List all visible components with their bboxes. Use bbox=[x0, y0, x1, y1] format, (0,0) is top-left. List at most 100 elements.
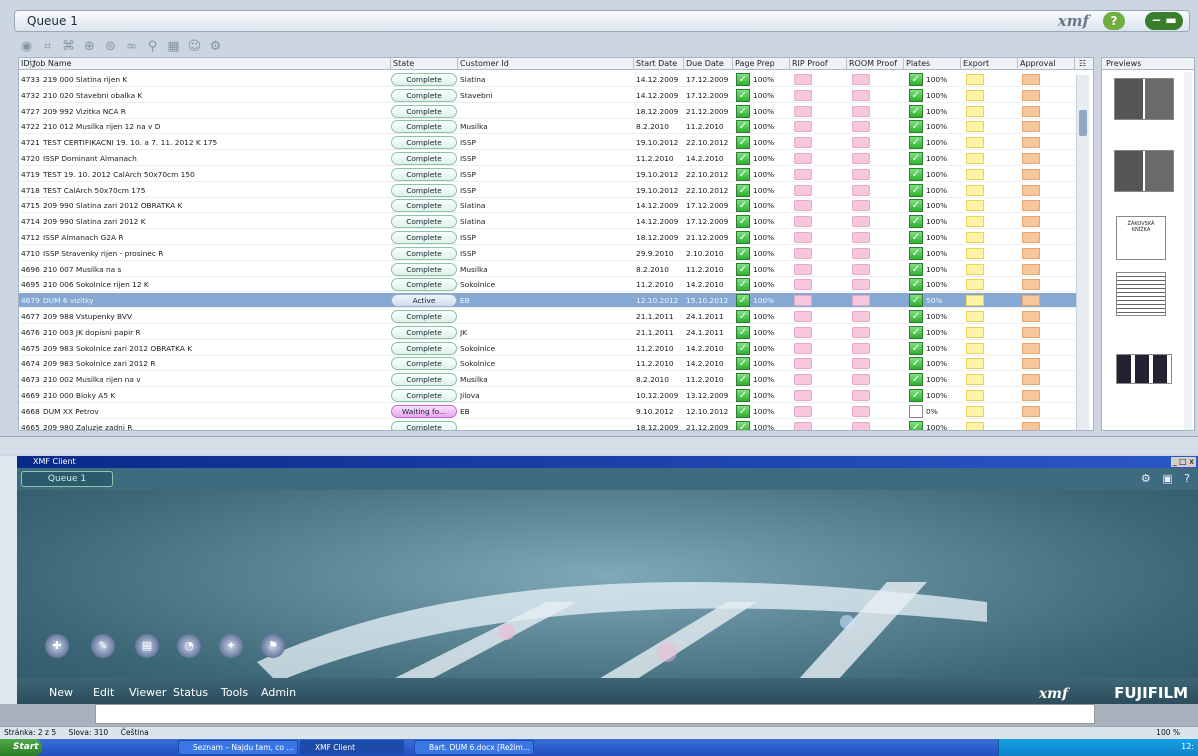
table-row[interactable]: 4668 DUM XX Petrov Waiting fo... EB 9.10.201… bbox=[19, 404, 1076, 419]
export-icon[interactable] bbox=[966, 342, 984, 354]
room-proof-icon[interactable] bbox=[852, 247, 870, 259]
rip-proof-icon[interactable] bbox=[794, 184, 812, 196]
room-proof-icon[interactable] bbox=[852, 421, 870, 430]
table-row[interactable]: 4675 209 983 Sokolnice zari 2012 OBRATKA … bbox=[19, 341, 1076, 356]
nav-edit[interactable]: Edit bbox=[93, 686, 114, 699]
admin-icon[interactable]: ⚑ bbox=[261, 634, 285, 658]
room-proof-icon[interactable] bbox=[852, 311, 870, 322]
table-row[interactable]: 4695 210 006 Sokolnice rijen 12 K Complete… bbox=[19, 277, 1076, 293]
state-badge[interactable]: Complete bbox=[391, 136, 457, 150]
approval-icon[interactable] bbox=[1022, 342, 1040, 354]
settings-icon[interactable]: ⚙ bbox=[207, 38, 224, 55]
state-badge[interactable]: Complete bbox=[391, 341, 457, 355]
viewer-icon[interactable]: ▤ bbox=[135, 634, 159, 658]
approval-icon[interactable] bbox=[1022, 74, 1040, 85]
table-row[interactable]: 4674 209 983 Sokolnice zari 2012 R Complet… bbox=[19, 356, 1076, 372]
approval-icon[interactable] bbox=[1022, 200, 1040, 212]
approval-icon[interactable] bbox=[1022, 374, 1040, 386]
approval-icon[interactable] bbox=[1022, 247, 1040, 259]
table-row[interactable]: 4714 209 990 Slatina zari 2012 K Complete S… bbox=[19, 214, 1076, 230]
col-header-approval[interactable]: Approval bbox=[1018, 58, 1075, 70]
rip-proof-icon[interactable] bbox=[794, 405, 812, 417]
preview-thumbnail[interactable] bbox=[1114, 78, 1174, 120]
state-badge[interactable]: Complete bbox=[391, 73, 457, 86]
preview-thumbnail[interactable] bbox=[1116, 354, 1172, 384]
col-header-customer[interactable]: Customer Id bbox=[458, 58, 634, 70]
state-badge[interactable]: Complete bbox=[391, 88, 457, 102]
room-proof-icon[interactable] bbox=[852, 295, 870, 307]
state-badge[interactable]: Complete bbox=[391, 120, 457, 134]
approval-icon[interactable] bbox=[1022, 89, 1040, 101]
state-badge[interactable]: Complete bbox=[391, 199, 457, 213]
approval-icon[interactable] bbox=[1022, 295, 1040, 307]
state-badge[interactable]: Complete bbox=[391, 357, 457, 371]
client-toolbar-icons[interactable]: ⚙ ▣ ? bbox=[1141, 472, 1194, 485]
export-icon[interactable] bbox=[966, 184, 984, 196]
room-proof-icon[interactable] bbox=[852, 168, 870, 180]
room-proof-icon[interactable] bbox=[852, 74, 870, 85]
preview-thumbnail[interactable] bbox=[1114, 150, 1174, 192]
export-icon[interactable] bbox=[966, 326, 984, 338]
table-row[interactable]: 4669 210 000 Bloky A5 K Complete Jilova 10.1… bbox=[19, 388, 1076, 403]
export-icon[interactable] bbox=[966, 390, 984, 401]
zoom-level[interactable]: 100 % bbox=[1156, 727, 1180, 738]
export-icon[interactable] bbox=[966, 263, 984, 275]
col-header-export[interactable]: Export bbox=[961, 58, 1018, 70]
rip-proof-icon[interactable] bbox=[794, 263, 812, 275]
rip-proof-icon[interactable] bbox=[794, 374, 812, 386]
approval-icon[interactable] bbox=[1022, 263, 1040, 275]
scrollbar-thumb[interactable] bbox=[1079, 110, 1087, 136]
col-header-state[interactable]: State bbox=[391, 58, 458, 70]
state-badge[interactable]: Complete bbox=[391, 183, 457, 197]
table-row[interactable]: 4712 ISSP Almanach G2A R Complete ISSP 18.12… bbox=[19, 230, 1076, 245]
rip-proof-icon[interactable] bbox=[794, 295, 812, 307]
state-badge[interactable]: Complete bbox=[391, 262, 457, 276]
approval-icon[interactable] bbox=[1022, 168, 1040, 180]
window-controls[interactable]: _ □ x bbox=[1170, 457, 1196, 467]
export-icon[interactable] bbox=[966, 216, 984, 228]
room-proof-icon[interactable] bbox=[852, 326, 870, 338]
language[interactable]: Čeština bbox=[121, 728, 149, 737]
state-badge[interactable]: Active bbox=[391, 294, 457, 308]
preview-thumbnail[interactable]: ŽÁKOVSKÁ KNÍŽKA bbox=[1116, 216, 1166, 260]
export-icon[interactable] bbox=[966, 374, 984, 386]
state-badge[interactable]: Complete bbox=[391, 389, 457, 402]
room-proof-icon[interactable] bbox=[852, 184, 870, 196]
room-proof-icon[interactable] bbox=[852, 153, 870, 164]
export-icon[interactable] bbox=[966, 121, 984, 133]
rip-proof-icon[interactable] bbox=[794, 105, 812, 117]
table-row[interactable]: 4710 ISSP Stravenky rijen - prosinec R Com… bbox=[19, 246, 1076, 261]
export-icon[interactable] bbox=[966, 232, 984, 243]
minimize-button[interactable]: − ▬ bbox=[1145, 12, 1183, 30]
rip-proof-icon[interactable] bbox=[794, 342, 812, 354]
table-row[interactable]: 4718 TEST CalArch 50x70cm 175 Complete ISSP… bbox=[19, 183, 1076, 198]
table-row[interactable]: 4733 219 000 Slatina rijen K Complete Slati… bbox=[19, 72, 1076, 87]
export-icon[interactable] bbox=[966, 89, 984, 101]
table-row[interactable]: 4719 TEST 19. 10. 2012 CalArch 50x70cm 15… bbox=[19, 167, 1076, 182]
table-row[interactable]: 4715 209 990 Slatina zari 2012 OBRATKA K C… bbox=[19, 198, 1076, 214]
rip-proof-icon[interactable] bbox=[794, 421, 812, 430]
col-header-start-date[interactable]: Start Date bbox=[634, 58, 684, 70]
export-icon[interactable] bbox=[966, 247, 984, 259]
table-row[interactable]: 4722 210 012 Musilka rijen 12 na v D Compl… bbox=[19, 119, 1076, 135]
export-icon[interactable] bbox=[966, 200, 984, 212]
approval-icon[interactable] bbox=[1022, 105, 1040, 117]
export-icon[interactable] bbox=[966, 105, 984, 117]
table-row[interactable]: 4676 210 003 JK dopisni papir R Complete JK… bbox=[19, 325, 1076, 340]
export-icon[interactable] bbox=[966, 295, 984, 307]
rip-proof-icon[interactable] bbox=[794, 137, 812, 149]
filter-icon[interactable]: ⊜ bbox=[102, 38, 119, 55]
approval-icon[interactable] bbox=[1022, 232, 1040, 243]
room-proof-icon[interactable] bbox=[852, 89, 870, 101]
room-proof-icon[interactable] bbox=[852, 105, 870, 117]
state-badge[interactable]: Complete bbox=[391, 310, 457, 323]
room-proof-icon[interactable] bbox=[852, 232, 870, 243]
approval-icon[interactable] bbox=[1022, 326, 1040, 338]
state-badge[interactable]: Complete bbox=[391, 246, 457, 260]
table-row[interactable]: 4721 TEST CERTIFIKACNI 19. 10. a 7. 11. 2… bbox=[19, 135, 1076, 151]
table-row[interactable]: 4732 210 020 Stavebni obalka K Complete Sta… bbox=[19, 88, 1076, 103]
export-icon[interactable] bbox=[966, 405, 984, 417]
tools-icon[interactable]: ✦ bbox=[219, 634, 243, 658]
export-icon[interactable] bbox=[966, 137, 984, 149]
nav-admin[interactable]: Admin bbox=[261, 686, 296, 699]
